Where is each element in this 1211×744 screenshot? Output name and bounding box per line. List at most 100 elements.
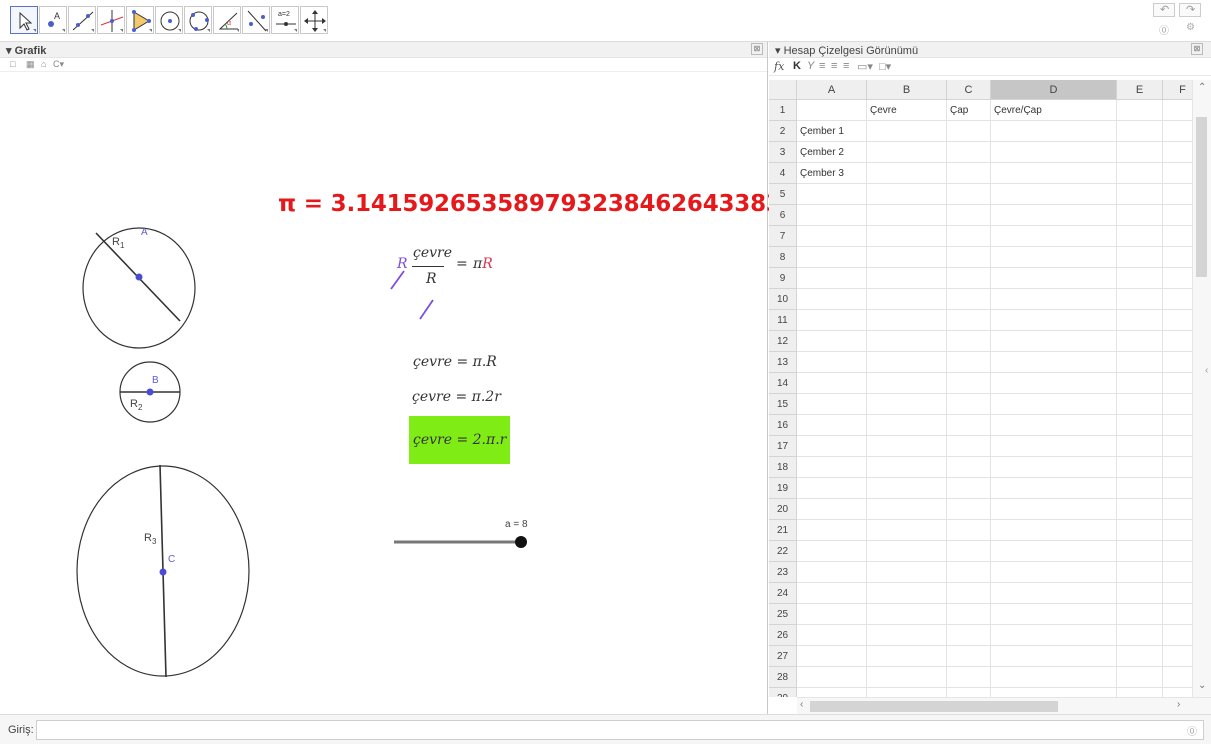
grid-cell[interactable] xyxy=(991,121,1117,142)
row-header[interactable]: 9 xyxy=(769,268,797,289)
reflect-tool-button[interactable] xyxy=(242,6,270,34)
grid-cell[interactable] xyxy=(947,415,991,436)
grid-cell[interactable] xyxy=(1163,625,1192,646)
grid-cell[interactable] xyxy=(867,667,947,688)
gear-icon[interactable]: ⚙ xyxy=(1186,22,1195,33)
grid-cell[interactable] xyxy=(947,457,991,478)
grid-cell[interactable] xyxy=(1117,646,1163,667)
angle-tool-button[interactable]: α xyxy=(213,6,241,34)
grid-cell[interactable] xyxy=(1163,310,1192,331)
grid-cell[interactable] xyxy=(991,625,1117,646)
row-header[interactable]: 18 xyxy=(769,457,797,478)
slider-tool-button[interactable]: a=2 xyxy=(271,6,299,34)
grid-cell[interactable] xyxy=(1163,604,1192,625)
grid-cell[interactable] xyxy=(1163,289,1192,310)
grid-cell[interactable] xyxy=(1117,100,1163,121)
row-header[interactable]: 21 xyxy=(769,520,797,541)
row-header[interactable]: 28 xyxy=(769,667,797,688)
row-header[interactable]: 10 xyxy=(769,289,797,310)
bold-icon[interactable]: K xyxy=(793,60,801,72)
grid-cell[interactable] xyxy=(797,331,867,352)
grid-cell[interactable] xyxy=(1117,499,1163,520)
grid-cell[interactable] xyxy=(991,436,1117,457)
align-left-icon[interactable]: ≡ xyxy=(819,60,825,72)
circle-three-points-tool-button[interactable] xyxy=(184,6,212,34)
grid-cell[interactable] xyxy=(867,562,947,583)
grid-cell[interactable] xyxy=(1163,562,1192,583)
input-help-icon[interactable]: ⓪ xyxy=(1187,723,1197,738)
grid-cell[interactable] xyxy=(947,226,991,247)
point-tool-button[interactable]: A xyxy=(39,6,67,34)
column-header-d[interactable]: D xyxy=(991,80,1117,100)
row-header[interactable]: 14 xyxy=(769,373,797,394)
grid-cell[interactable] xyxy=(947,625,991,646)
circle-center-point-tool-button[interactable] xyxy=(155,6,183,34)
grid-corner[interactable] xyxy=(769,80,797,100)
grid-cell[interactable] xyxy=(1117,562,1163,583)
column-header-b[interactable]: B xyxy=(867,80,947,100)
grid-cell[interactable] xyxy=(1117,205,1163,226)
vertical-scrollbar[interactable]: ⌃ ⌄ xyxy=(1192,80,1211,697)
grid-cell[interactable] xyxy=(991,604,1117,625)
row-header[interactable]: 5 xyxy=(769,184,797,205)
grid-cell[interactable] xyxy=(867,457,947,478)
vertical-scroll-thumb[interactable] xyxy=(1196,117,1207,277)
grid-cell[interactable] xyxy=(947,583,991,604)
grid-cell[interactable] xyxy=(1117,394,1163,415)
axes-toggle-icon[interactable]: □ xyxy=(10,59,15,69)
grid-cell[interactable] xyxy=(797,625,867,646)
row-header[interactable]: 3 xyxy=(769,142,797,163)
grid-cell[interactable] xyxy=(947,667,991,688)
graphics-canvas[interactable] xyxy=(0,72,767,714)
undo-button[interactable]: ↶ xyxy=(1153,3,1175,17)
perpendicular-tool-button[interactable] xyxy=(97,6,125,34)
grid-cell[interactable] xyxy=(797,394,867,415)
grid-cell[interactable] xyxy=(1117,541,1163,562)
grid-cell[interactable] xyxy=(797,247,867,268)
grid-cell[interactable] xyxy=(991,583,1117,604)
grid-cell[interactable] xyxy=(1163,541,1192,562)
scroll-down-icon[interactable]: ⌄ xyxy=(1198,680,1206,691)
grid-cell[interactable] xyxy=(947,247,991,268)
grid-cell[interactable] xyxy=(1163,100,1192,121)
grid-cell[interactable] xyxy=(797,184,867,205)
grid-cell[interactable] xyxy=(947,520,991,541)
graphics-title[interactable]: ▾ Grafik xyxy=(6,44,46,57)
background-color-icon[interactable]: ▭▾ xyxy=(857,60,873,73)
align-center-icon[interactable]: ≡ xyxy=(831,60,837,72)
spreadsheet-close-icon[interactable]: ⊠ xyxy=(1191,43,1203,55)
grid-cell[interactable] xyxy=(1163,436,1192,457)
horizontal-scroll-thumb[interactable] xyxy=(810,701,1058,712)
grid-cell[interactable] xyxy=(947,331,991,352)
grid-cell[interactable] xyxy=(1163,688,1192,697)
grid-cell[interactable] xyxy=(867,289,947,310)
grid-cell[interactable] xyxy=(797,415,867,436)
grid-cell[interactable] xyxy=(797,205,867,226)
grid-cell[interactable] xyxy=(947,268,991,289)
grid-cell[interactable] xyxy=(1117,583,1163,604)
move-tool-button[interactable] xyxy=(10,6,38,34)
point-capture-dropdown[interactable]: C▾ xyxy=(53,59,64,70)
redo-button[interactable]: ↷ xyxy=(1179,3,1201,17)
grid-cell[interactable] xyxy=(991,226,1117,247)
grid-cell[interactable] xyxy=(1163,184,1192,205)
grid-cell[interactable] xyxy=(797,268,867,289)
grid-cell[interactable] xyxy=(1163,646,1192,667)
grid-cell[interactable] xyxy=(1117,121,1163,142)
grid-cell[interactable] xyxy=(1117,688,1163,697)
grid-cell[interactable] xyxy=(991,520,1117,541)
grid-cell[interactable] xyxy=(991,268,1117,289)
grid-cell[interactable] xyxy=(867,268,947,289)
grid-toggle-icon[interactable]: ▦ xyxy=(26,59,35,70)
grid-cell[interactable] xyxy=(867,184,947,205)
grid-cell[interactable] xyxy=(867,205,947,226)
home-view-icon[interactable]: ⌂ xyxy=(41,59,46,69)
grid-cell[interactable] xyxy=(1117,625,1163,646)
grid-cell[interactable] xyxy=(797,688,867,697)
row-header[interactable]: 27 xyxy=(769,646,797,667)
column-header-f[interactable]: F xyxy=(1163,80,1192,100)
grid-cell[interactable] xyxy=(867,247,947,268)
grid-cell[interactable] xyxy=(797,562,867,583)
grid-cell[interactable] xyxy=(867,625,947,646)
grid-cell[interactable] xyxy=(867,331,947,352)
